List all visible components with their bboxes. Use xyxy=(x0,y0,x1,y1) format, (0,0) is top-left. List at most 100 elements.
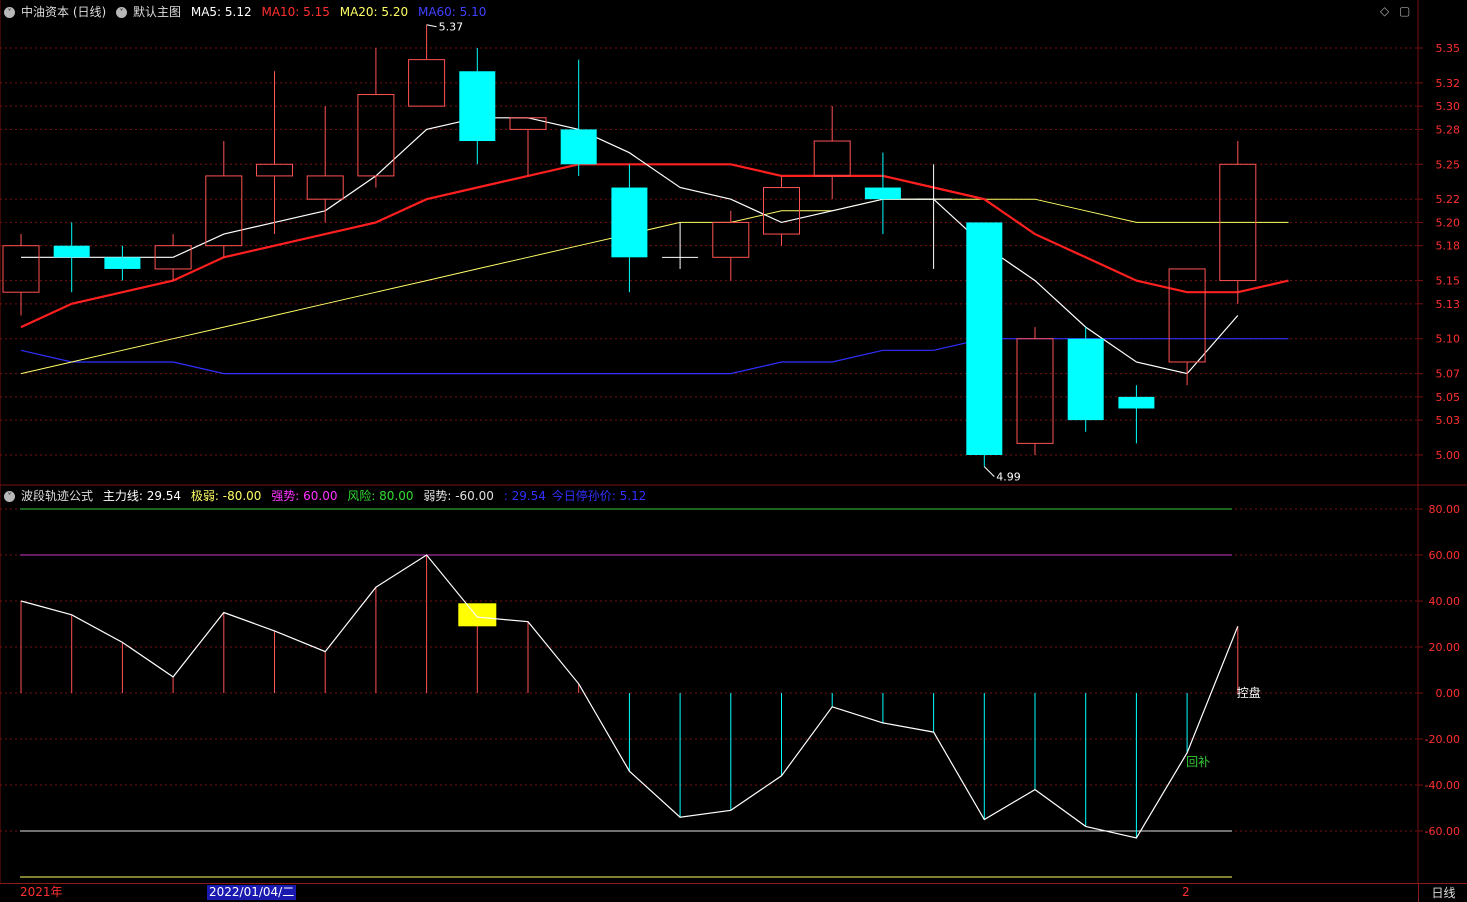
candle-body xyxy=(864,187,901,200)
today-price-value: 今日停孙价: 5.12 xyxy=(551,489,647,503)
window-icon[interactable]: ▢ xyxy=(1399,4,1410,18)
price-annotation: 5.37 xyxy=(439,21,464,34)
candle-body xyxy=(1067,338,1104,421)
price-axis: 5.00 5.03 5.05 5.07 5.10 5.13 5.15 5.18 5.20 5.22… xyxy=(1418,42,1460,838)
price-tick-label: 5.32 xyxy=(1436,77,1461,90)
price-annotations: 5.37 4.99 xyxy=(426,21,1021,484)
candle-body xyxy=(560,129,597,165)
candle xyxy=(560,59,597,176)
date-axis[interactable]: 2021年 2022/01/04/二 2 xyxy=(0,883,1418,902)
candle xyxy=(864,152,901,235)
grid xyxy=(0,47,1418,832)
candle xyxy=(509,117,547,176)
ma5-value: MA5: 5.12 xyxy=(190,5,252,19)
candle xyxy=(662,222,699,269)
candle xyxy=(1016,327,1054,455)
candle xyxy=(2,234,40,316)
candle-body xyxy=(813,140,851,177)
price-tick-label: 5.25 xyxy=(1436,158,1461,171)
price-annotation-pointer xyxy=(426,24,437,28)
price-tick-label: 5.35 xyxy=(1436,42,1461,55)
price-tick-label: 5.05 xyxy=(1436,391,1461,404)
collapse-icon[interactable]: ˅ xyxy=(4,7,15,18)
indicator-tick-label: 0.00 xyxy=(1436,687,1461,700)
candle-body xyxy=(53,245,90,258)
candle xyxy=(53,222,90,293)
ma10-value: MA10: 5.15 xyxy=(261,5,330,19)
price-tick-label: 5.03 xyxy=(1436,414,1461,427)
price-annotation: 4.99 xyxy=(996,471,1021,484)
candle-body xyxy=(966,222,1003,455)
indicator-tick-label: -40.00 xyxy=(1425,779,1460,792)
selected-date: 2022/01/04/二 xyxy=(207,885,297,900)
feng-xian-value: 风险: 80.00 xyxy=(347,489,414,503)
candle-body xyxy=(712,221,750,258)
period-label[interactable]: 日线 xyxy=(1418,883,1467,902)
candle-body xyxy=(611,187,648,258)
indicator-tick-label: -60.00 xyxy=(1425,825,1460,838)
candle-body xyxy=(459,71,496,142)
indicator-label: 回补 xyxy=(1186,755,1210,769)
candle-body xyxy=(205,175,243,247)
indicator-tick-label: 80.00 xyxy=(1429,503,1461,516)
price-tick-label: 5.00 xyxy=(1436,449,1461,462)
indicator-tick-label: -20.00 xyxy=(1425,733,1460,746)
indicator-collapse-icon[interactable]: ˅ xyxy=(4,491,15,502)
candlesticks[interactable] xyxy=(2,24,1257,467)
price-tick-label: 5.22 xyxy=(1436,193,1461,206)
candle-body xyxy=(2,245,40,293)
candle-body xyxy=(104,257,141,269)
candle xyxy=(306,106,344,223)
template-name[interactable]: 默认主图 xyxy=(133,5,181,19)
indicator-tick-label: 20.00 xyxy=(1429,641,1461,654)
price-tick-label: 5.15 xyxy=(1436,275,1461,288)
main-line-value: 主力线: 29.54 xyxy=(102,489,182,503)
price-tick-label: 5.30 xyxy=(1436,100,1461,113)
candle-body xyxy=(1016,338,1054,444)
candle xyxy=(1067,327,1104,432)
candle xyxy=(104,245,141,281)
candle xyxy=(611,164,648,293)
candle xyxy=(357,48,395,188)
stock-title: 中油资本 (日线) xyxy=(21,5,107,19)
price-tick-label: 5.18 xyxy=(1436,240,1461,253)
ma60-value: MA60: 5.10 xyxy=(417,5,487,19)
main-chart-header: ˅ 中油资本 (日线) ˅ 默认主图 MA5: 5.12 MA10: 5.15 MA… xyxy=(4,4,492,20)
date-mark: 2 xyxy=(1182,885,1190,899)
candle xyxy=(256,71,293,235)
candle xyxy=(813,106,851,200)
candle-body xyxy=(1118,396,1155,409)
indicator-header: ˅ 波段轨迹公式 主力线: 29.54 极弱: -80.00 强势: 60.00 … xyxy=(4,488,652,504)
diamond-icon[interactable]: ◇ xyxy=(1380,4,1389,18)
candle xyxy=(1118,385,1155,444)
candle xyxy=(408,24,446,107)
price-tick-label: 5.10 xyxy=(1436,333,1461,346)
candle-body xyxy=(256,163,293,177)
ruo-shi-value: 弱势: -60.00 xyxy=(423,489,494,503)
price-tick-label: 5.07 xyxy=(1436,368,1461,381)
ji-ruo-value: 极弱: -80.00 xyxy=(190,489,262,503)
highlight-block xyxy=(458,603,497,627)
indicator-title[interactable]: 波段轨迹公式 xyxy=(21,489,93,503)
price-tick-label: 5.28 xyxy=(1436,123,1461,136)
year-label: 2021年 xyxy=(20,885,63,899)
candle xyxy=(1168,268,1206,386)
candle-body xyxy=(509,117,547,130)
price-annotation-pointer xyxy=(983,466,995,477)
template-icon[interactable]: ˅ xyxy=(116,7,128,18)
indicator-tick-label: 60.00 xyxy=(1429,549,1461,562)
price-tick-label: 5.20 xyxy=(1436,216,1461,229)
extra-value: : 29.54 xyxy=(503,489,546,503)
ma20-value: MA20: 5.20 xyxy=(339,5,409,19)
candle xyxy=(459,48,496,165)
candle-body xyxy=(1168,268,1206,363)
candle xyxy=(966,222,1003,467)
qiang-shi-value: 强势: 60.00 xyxy=(271,489,338,503)
candle xyxy=(915,164,952,269)
indicator-label: 控盘 xyxy=(1237,685,1261,700)
indicator-tick-label: 40.00 xyxy=(1429,595,1461,608)
stock-chart[interactable]: 5.374.99 回补控盘 5.005.035.055.075.105.135.… xyxy=(0,0,1467,901)
candle-body xyxy=(306,175,344,200)
price-tick-label: 5.13 xyxy=(1436,298,1461,311)
chart-frame xyxy=(0,0,1467,883)
